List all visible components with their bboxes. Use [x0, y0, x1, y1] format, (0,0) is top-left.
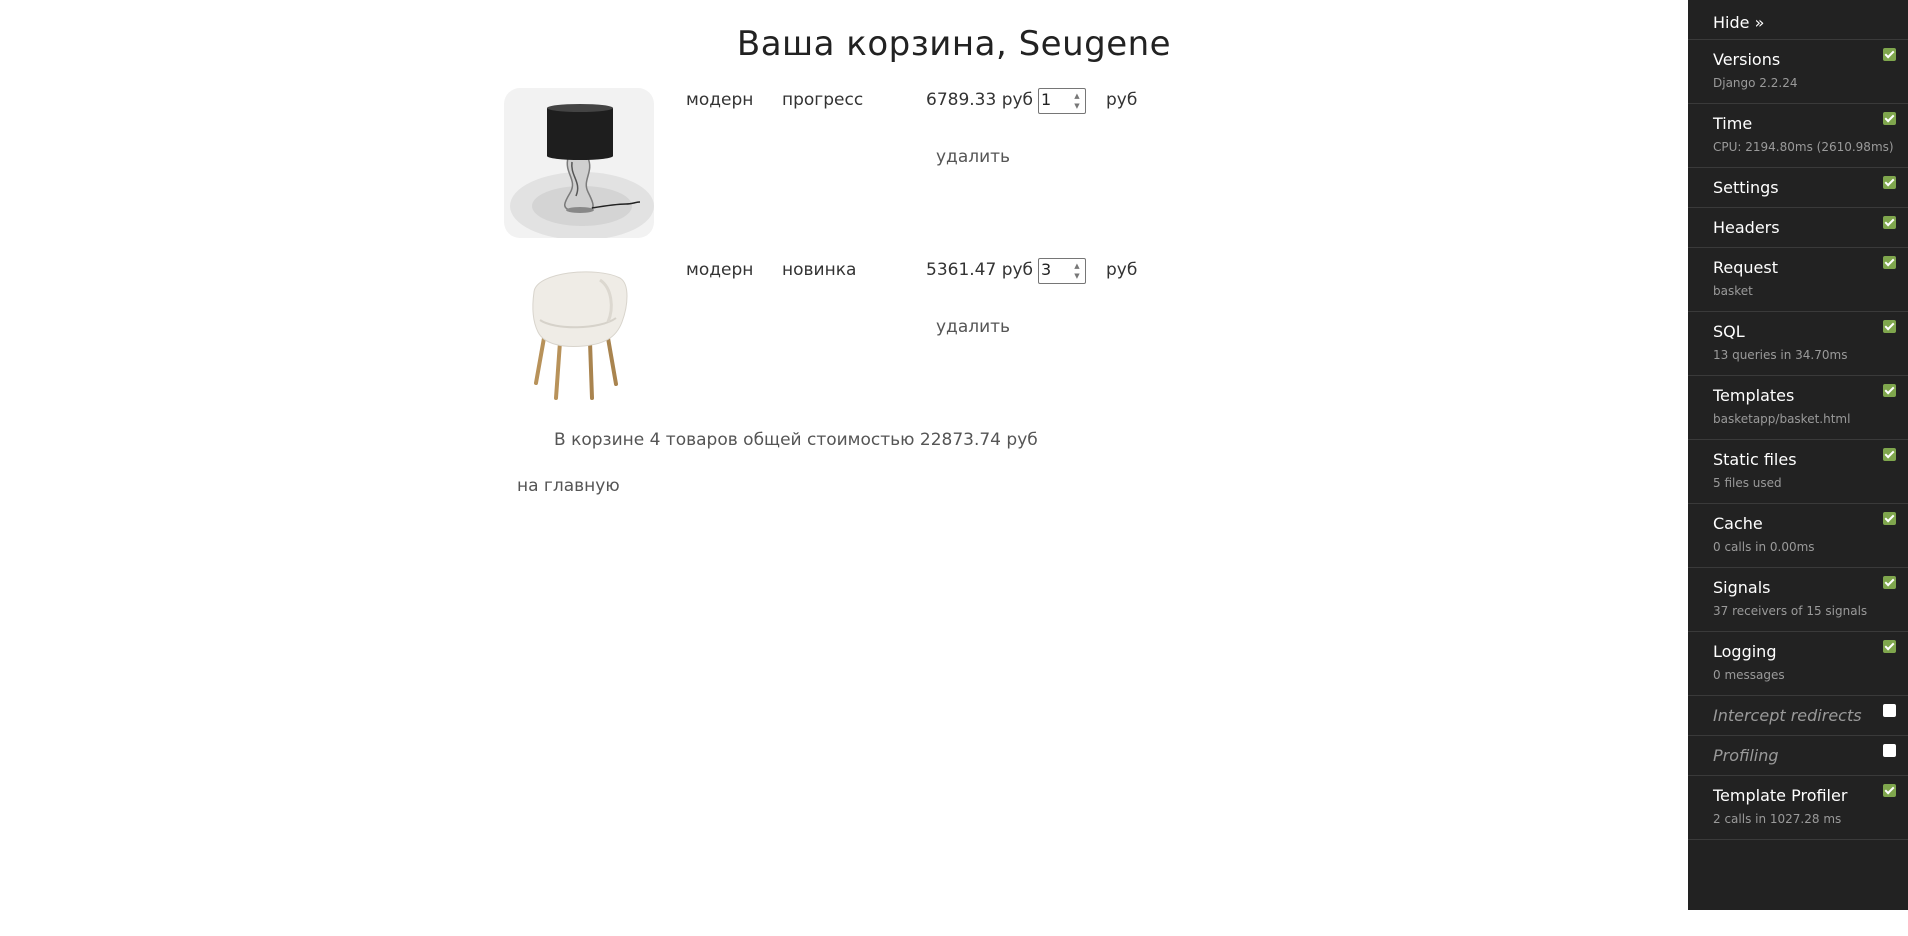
panel-request[interactable]: Request basket	[1688, 248, 1908, 312]
panel-toggle-checkbox[interactable]	[1883, 704, 1896, 717]
quantity-stepper[interactable]: 3 ▲ ▼	[1038, 258, 1086, 284]
panel-title: Cache	[1713, 514, 1763, 533]
panel-title: Versions	[1713, 50, 1781, 69]
basket-item: модерн новинка 5361.47 руб 3 ▲ ▼ руб уда…	[0, 0, 1200, 408]
panel-subtitle: 37 receivers of 15 signals	[1713, 604, 1868, 618]
spin-buttons[interactable]: ▲ ▼	[1071, 262, 1083, 280]
panel-subtitle: CPU: 2194.80ms (2610.98ms)	[1713, 140, 1894, 154]
panel-subtitle: 0 messages	[1713, 668, 1785, 682]
panel-settings[interactable]: Settings	[1688, 168, 1908, 208]
panel-title: Templates	[1713, 386, 1795, 405]
panel-subtitle: 13 queries in 34.70ms	[1713, 348, 1848, 362]
quantity-value: 3	[1041, 260, 1052, 279]
chair-image[interactable]	[504, 258, 654, 408]
panel-signals[interactable]: Signals 37 receivers of 15 signals	[1688, 568, 1908, 632]
panel-title: Template Profiler	[1713, 786, 1848, 805]
panel-cache[interactable]: Cache 0 calls in 0.00ms	[1688, 504, 1908, 568]
panel-title: Request	[1713, 258, 1778, 277]
panel-title: Signals	[1713, 578, 1771, 597]
chevron-up-icon[interactable]: ▲	[1074, 262, 1079, 270]
item-currency: руб	[1106, 260, 1138, 280]
panel-toggle-checkbox[interactable]	[1883, 112, 1896, 125]
panel-title: Profiling	[1713, 746, 1779, 765]
panel-title: Settings	[1713, 178, 1779, 197]
panel-templates[interactable]: Templates basketapp/basket.html	[1688, 376, 1908, 440]
panel-toggle-checkbox[interactable]	[1883, 384, 1896, 397]
panel-sql[interactable]: SQL 13 queries in 34.70ms	[1688, 312, 1908, 376]
panel-template-profiler[interactable]: Template Profiler 2 calls in 1027.28 ms	[1688, 776, 1908, 840]
panel-intercept-redirects[interactable]: Intercept redirects	[1688, 696, 1908, 736]
panel-toggle-checkbox[interactable]	[1883, 576, 1896, 589]
panel-time[interactable]: Time CPU: 2194.80ms (2610.98ms)	[1688, 104, 1908, 168]
panel-toggle-checkbox[interactable]	[1883, 320, 1896, 333]
chevron-down-icon[interactable]: ▼	[1074, 272, 1079, 280]
panel-subtitle: Django 2.2.24	[1713, 76, 1798, 90]
item-price: 5361.47 руб	[926, 260, 1034, 280]
home-link[interactable]: на главную	[517, 476, 620, 496]
panel-toggle-checkbox[interactable]	[1883, 256, 1896, 269]
panel-title: Intercept redirects	[1713, 706, 1862, 725]
panel-title: SQL	[1713, 322, 1745, 341]
panel-headers[interactable]: Headers	[1688, 208, 1908, 248]
item-category: новинка	[782, 260, 857, 280]
panel-subtitle: 0 calls in 0.00ms	[1713, 540, 1815, 554]
panel-title: Headers	[1713, 218, 1780, 237]
panel-title: Logging	[1713, 642, 1777, 661]
basket-summary: В корзине 4 товаров общей стоимостью 228…	[554, 430, 1038, 450]
panel-subtitle: 5 files used	[1713, 476, 1782, 490]
panel-title: Time	[1713, 114, 1753, 133]
panel-subtitle: 2 calls in 1027.28 ms	[1713, 812, 1842, 826]
panel-toggle-checkbox[interactable]	[1883, 744, 1896, 757]
panel-toggle-checkbox[interactable]	[1883, 640, 1896, 653]
panel-toggle-checkbox[interactable]	[1883, 512, 1896, 525]
panel-subtitle: basket	[1713, 284, 1753, 298]
panel-title: Static files	[1713, 450, 1797, 469]
panel-toggle-checkbox[interactable]	[1883, 448, 1896, 461]
debug-toolbar: Hide » Versions Django 2.2.24 Time CPU: …	[1688, 0, 1908, 910]
panel-toggle-checkbox[interactable]	[1883, 48, 1896, 61]
panel-toggle-checkbox[interactable]	[1883, 216, 1896, 229]
panel-static-files[interactable]: Static files 5 files used	[1688, 440, 1908, 504]
item-style: модерн	[686, 260, 754, 280]
panel-subtitle: basketapp/basket.html	[1713, 412, 1851, 426]
panel-logging[interactable]: Logging 0 messages	[1688, 632, 1908, 696]
panel-profiling[interactable]: Profiling	[1688, 736, 1908, 776]
panel-toggle-checkbox[interactable]	[1883, 176, 1896, 189]
hide-toolbar-button[interactable]: Hide »	[1688, 0, 1908, 40]
delete-item-link[interactable]: удалить	[936, 317, 1010, 337]
panel-toggle-checkbox[interactable]	[1883, 784, 1896, 797]
panel-versions[interactable]: Versions Django 2.2.24	[1688, 40, 1908, 104]
